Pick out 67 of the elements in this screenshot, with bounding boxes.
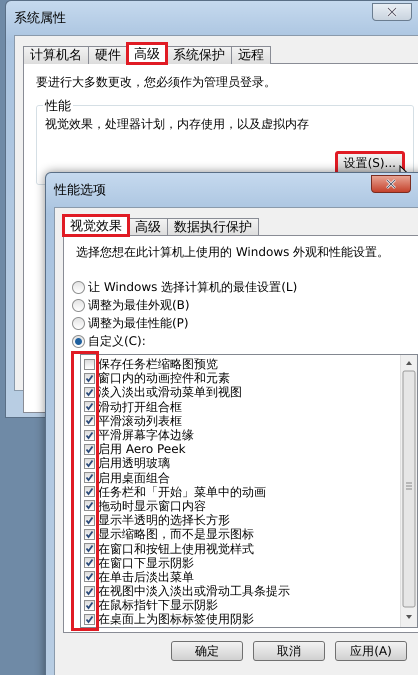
radio-button[interactable] [72,335,85,348]
checkbox-label: 平滑屏幕字体边缘 [98,428,194,442]
dialog-title: 性能选项 [54,182,106,199]
checkbox[interactable] [84,415,95,426]
checkbox-label: 在视图中淡入淡出或滑动工具条提示 [98,584,290,598]
window-title: 系统属性 [14,10,66,27]
checkbox-label: 保存任务栏缩略图预览 [98,357,218,372]
radio-label: 调整为最佳外观(B) [88,297,190,314]
checkbox[interactable] [84,386,95,398]
tab[interactable]: 数据执行保护 [167,218,259,236]
checkbox-label: 显示半透明的选择长方形 [98,513,230,528]
dialog-button[interactable]: 取消 [253,641,325,661]
checkbox-label: 显示缩略图，而不是显示图标 [98,527,254,542]
tab[interactable]: 高级 [127,43,167,64]
checkbox[interactable] [84,472,95,484]
checkbox-label: 任务栏和「开始」菜单中的动画 [98,484,266,499]
checkbox[interactable] [84,586,95,597]
close-button[interactable] [371,175,411,193]
notice-text: 要进行大多数更改，您必须作为管理员登录。 [36,74,277,91]
group-title: 性能 [43,97,73,115]
radio-button[interactable] [72,281,85,294]
tab[interactable]: 系统保护 [166,46,232,64]
tab[interactable]: 视觉效果 [63,215,129,236]
tab[interactable]: 计算机名 [23,46,89,64]
checkbox[interactable] [84,614,95,625]
group-description: 视觉效果，处理器计划，内存使用，以及虚拟内存 [45,116,310,133]
checkbox[interactable] [84,514,95,526]
radio-label: 自定义(C): [88,333,146,350]
checkbox-label: 窗口内的动画控件和元素 [98,371,230,386]
checkbox-label: 平滑滚动列表框 [98,414,182,428]
intro-text: 选择您想在此计算机上使用的 Windows 外观和性能设置。 [76,244,390,261]
checkbox[interactable] [84,358,95,370]
radio-button[interactable] [72,317,85,330]
checkbox[interactable] [84,500,95,512]
checkbox-label: 在鼠标指针下显示阴影 [98,598,218,612]
checkbox[interactable] [84,430,95,441]
checkbox-label: 在单击后淡出菜单 [98,570,194,584]
checkbox[interactable] [84,528,95,540]
checkbox-label: 在窗口下显示阴影 [98,556,194,570]
dialog-button[interactable]: 确定 [171,641,243,661]
close-icon [385,179,397,189]
checkbox[interactable] [84,444,95,455]
checkbox-label: 启用透明玻璃 [98,456,170,470]
checkbox[interactable] [84,543,95,554]
checkbox[interactable] [84,401,95,412]
radio-label: 调整为最佳性能(P) [88,315,189,332]
checkbox-label: 在桌面上为图标标签使用阴影 [98,612,254,626]
dialog-button[interactable]: 应用(A) [335,641,407,661]
checkbox-label: 在窗口和按钮上使用视觉样式 [98,542,254,556]
tab[interactable]: 远程 [231,46,271,64]
checkbox-label: 滑动打开组合框 [98,400,182,414]
radio-button[interactable] [72,299,85,312]
tab[interactable]: 硬件 [88,46,128,64]
checkbox[interactable] [84,486,95,498]
close-button[interactable] [372,3,412,21]
checkbox[interactable] [84,600,95,611]
close-icon [386,7,398,17]
checkbox-label: 启用桌面组合 [98,470,170,485]
checkbox-label: 拖动时显示窗口内容 [98,498,206,513]
checkbox[interactable] [84,571,95,582]
checkbox[interactable] [84,458,95,469]
scrollbar[interactable] [400,355,417,627]
checkbox-label: 启用 Aero Peek [98,442,186,456]
radio-label: 让 Windows 选择计算机的最佳设置(L) [88,279,298,296]
checkbox-label: 淡入淡出或滑动菜单到视图 [98,385,242,400]
checkbox[interactable] [84,557,95,568]
checkbox[interactable] [84,372,95,384]
